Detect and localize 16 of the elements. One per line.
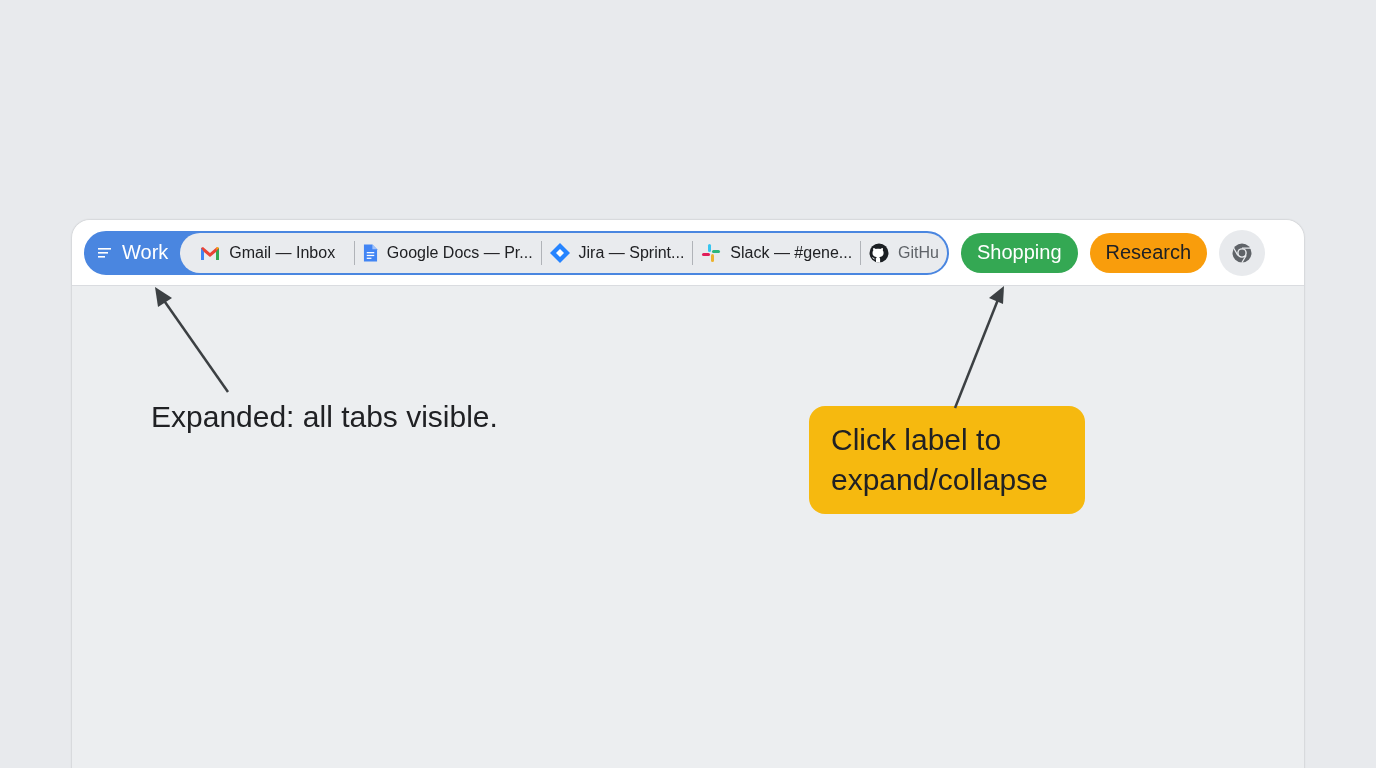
chrome-logo-icon [1232,242,1253,263]
group-label[interactable]: Research [1089,232,1208,273]
document-icon [362,242,378,263]
callout-note: Click label to expand/collapse [809,406,1085,514]
browser-tab[interactable]: Google Docs — Pr... [354,242,541,263]
list-icon [98,247,112,258]
hash-grid-icon [701,242,722,263]
diamond-icon [549,242,570,263]
browser-tab[interactable]: Gmail — Inbox [192,243,354,262]
github-icon [869,242,890,263]
annotation-text: Expanded: all tabs visible. [151,400,498,434]
browser-tab[interactable]: Slack — #gene... [693,242,861,263]
browser-tab[interactable]: Jira — Sprint... [541,242,693,263]
group-label[interactable]: Work [86,232,181,273]
mail-icon [200,244,221,261]
browser-tab[interactable]: GitHu [861,242,947,263]
